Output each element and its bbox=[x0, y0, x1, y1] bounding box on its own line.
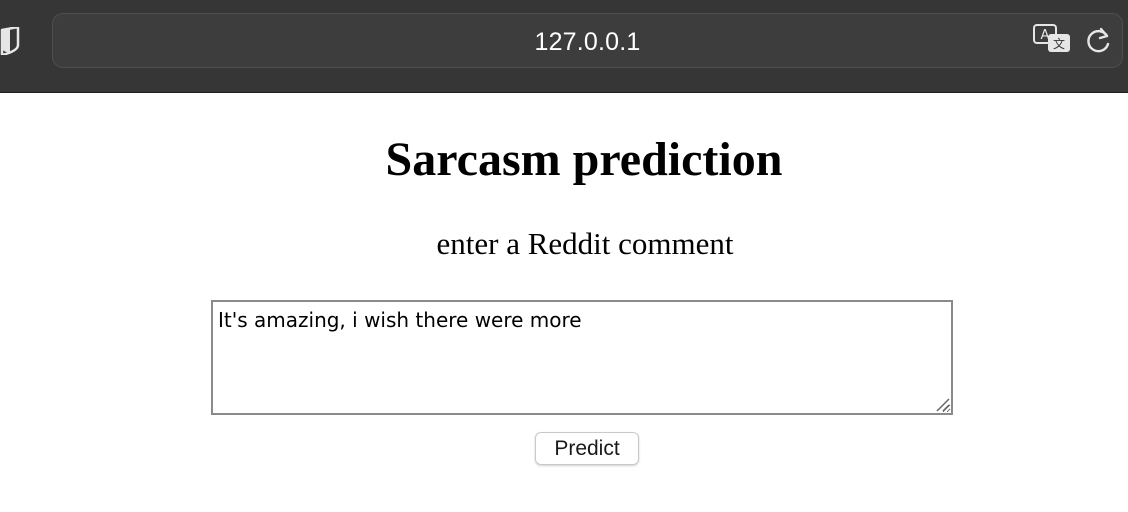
translate-icon[interactable]: A 文 bbox=[1033, 24, 1073, 56]
svg-text:文: 文 bbox=[1053, 36, 1065, 51]
address-bar[interactable]: 127.0.0.1 A 文 bbox=[52, 13, 1123, 68]
reload-icon[interactable] bbox=[1085, 25, 1113, 55]
page-content: Sarcasm prediction enter a Reddit commen… bbox=[0, 94, 1128, 512]
page-title: Sarcasm prediction bbox=[385, 133, 783, 186]
predict-button[interactable]: Predict bbox=[535, 432, 639, 465]
comment-input[interactable] bbox=[211, 300, 953, 415]
page-subtitle: enter a Reddit comment bbox=[436, 226, 734, 261]
address-bar-url[interactable]: 127.0.0.1 bbox=[53, 28, 1122, 57]
shield-icon[interactable] bbox=[0, 25, 20, 57]
browser-toolbar: 127.0.0.1 A 文 bbox=[0, 0, 1128, 93]
